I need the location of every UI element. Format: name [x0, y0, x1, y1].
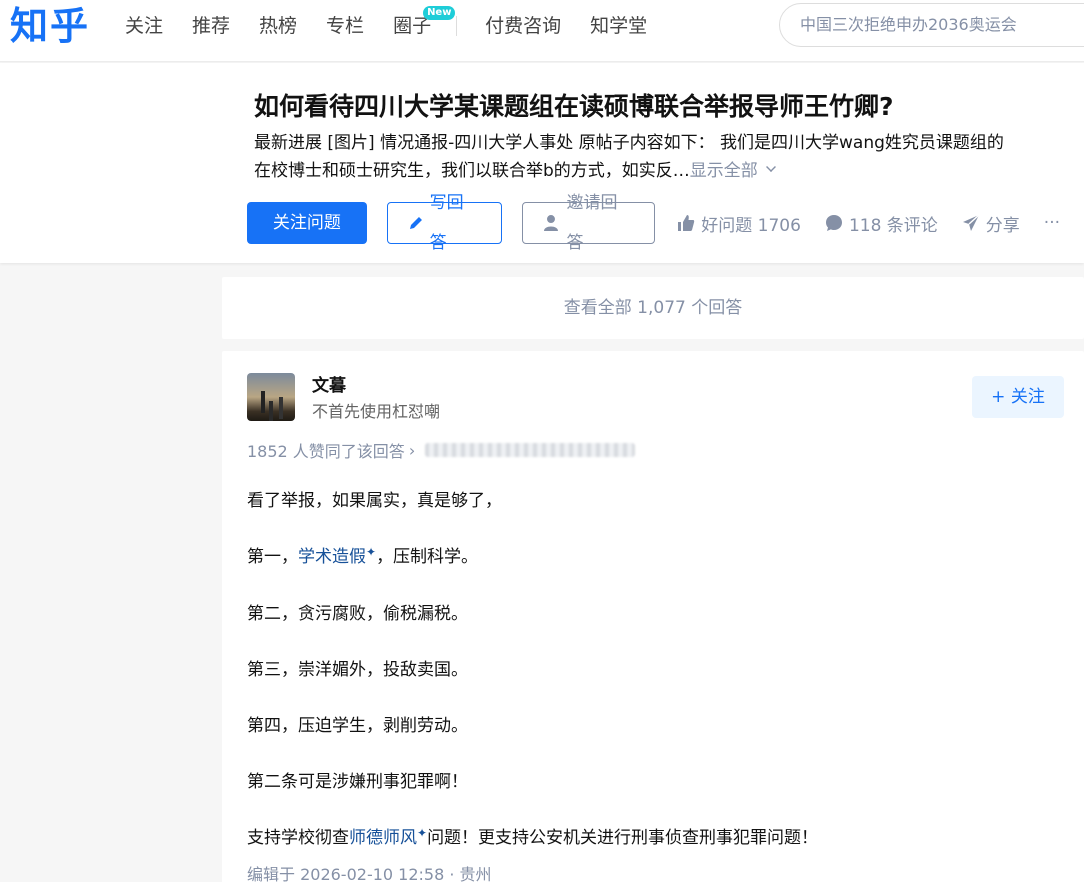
keyword-link[interactable]: 师德师风	[349, 828, 417, 848]
paragraph: 第二条可是涉嫌刑事犯罪啊！	[247, 772, 468, 792]
question-title: 如何看待四川大学某课题组在读硕博联合举报导师王竹卿?	[254, 92, 894, 121]
nav-item-hot[interactable]: 热榜	[259, 12, 297, 40]
show-all-label: 显示全部	[689, 161, 758, 181]
avatar[interactable]	[247, 373, 295, 421]
paragraph-text: 第一，	[247, 547, 298, 567]
invite-answer-button[interactable]: 邀请回答	[521, 193, 656, 253]
top-navigation-bar: 知乎 关注 推荐 热榜 专栏 圈子 New 付费咨询 知学堂 中国三次拒绝申办2…	[0, 0, 1084, 62]
invite-person-icon	[543, 215, 560, 231]
main-nav: 关注 推荐 热榜 专栏 圈子 New 付费咨询 知学堂	[125, 6, 676, 40]
paragraph: 看了举报，如果属实，真是够了，	[247, 491, 502, 511]
search-input[interactable]: 中国三次拒绝申办2036奥运会	[779, 3, 1084, 47]
follow-author-button[interactable]: + 关注	[972, 376, 1064, 418]
question-header: 如何看待四川大学某课题组在读硕博联合举报导师王竹卿? 最新进展 [图片] 情况通…	[0, 63, 1084, 263]
write-answer-button[interactable]: 写回答	[386, 193, 502, 253]
keyword-link[interactable]: 学术造假	[298, 547, 366, 567]
share-label: 分享	[985, 215, 1020, 236]
description-line-2: 在校博士和硕士研究生，我们以联合举b的方式，如实反…显示全部	[254, 157, 1084, 185]
follow-question-button[interactable]: 关注问题	[247, 202, 367, 244]
paper-plane-icon	[962, 214, 980, 231]
vote-summary[interactable]: 1852 人赞同了该回答 ›	[247, 438, 636, 462]
paragraph: 第三，崇洋媚外，投敌卖国。	[247, 660, 468, 680]
comment-bubble-icon	[825, 215, 842, 231]
paragraph-text: ，压制科学。	[376, 547, 479, 567]
vote-count-text: 1852 人赞同了该回答	[247, 442, 405, 461]
author-name[interactable]: 文暮	[312, 371, 346, 396]
paragraph: 支持学校彻查师德师风✦问题！更支持公安机关进行刑事侦查刑事犯罪问题！	[247, 824, 1067, 853]
comments-button[interactable]: 118 条评论	[825, 211, 938, 236]
answer-content: 看了举报，如果属实，真是够了， 第一，学术造假✦，压制科学。 第二，贪污腐败，偷…	[247, 487, 1067, 881]
nav-item-column[interactable]: 专栏	[326, 12, 364, 40]
good-question-label: 好问题 1706	[701, 215, 801, 236]
comments-label: 118 条评论	[848, 215, 938, 236]
question-actions: 关注问题 写回答 邀请回答 好问题 1706 118 条评论 分享 ···	[247, 193, 1084, 253]
nav-item-follow[interactable]: 关注	[125, 12, 163, 40]
share-button[interactable]: 分享	[962, 211, 1020, 236]
view-all-answers-button[interactable]: 查看全部 1,077 个回答	[222, 277, 1084, 339]
author-bio: 不首先使用杠怼嘲	[312, 402, 441, 421]
pencil-icon	[409, 217, 422, 229]
search-sparkle-icon: ✦	[417, 826, 428, 840]
description-line-2-text: 在校博士和硕士研究生，我们以联合举b的方式，如实反…	[254, 161, 690, 181]
answer-card: 文暮 不首先使用杠怼嘲 + 关注 1852 人赞同了该回答 › 看了举报，如果属…	[222, 351, 1084, 882]
paragraph: 第二，贪污腐败，偷税漏税。	[247, 604, 468, 624]
invite-answer-label: 邀请回答	[566, 193, 618, 253]
nav-divider	[456, 16, 458, 36]
paragraph: 第一，学术造假✦，压制科学。	[247, 543, 1067, 572]
zhihu-logo[interactable]: 知乎	[10, 2, 90, 50]
paragraph: 第四，压迫学生，剥削劳动。	[247, 716, 468, 736]
chevron-down-icon	[765, 162, 776, 172]
paragraph-text: 支持学校彻查	[247, 828, 349, 848]
chevron-right-icon: ›	[408, 440, 416, 460]
description-line-1: 最新进展 [图片] 情况通报-四川大学人事处 原帖子内容如下： 我们是四川大学w…	[254, 133, 1004, 153]
search-sparkle-icon: ✦	[366, 545, 377, 559]
nav-item-recommend[interactable]: 推荐	[192, 12, 230, 40]
question-description: 最新进展 [图片] 情况通报-四川大学人事处 原帖子内容如下： 我们是四川大学w…	[254, 129, 1084, 185]
new-badge: New	[423, 6, 456, 20]
nav-item-circle[interactable]: 圈子 New	[393, 6, 456, 40]
blurred-voter-names	[425, 443, 636, 457]
more-options-button[interactable]: ···	[1044, 213, 1060, 233]
nav-item-zhixuetang[interactable]: 知学堂	[590, 12, 647, 40]
nav-item-paid-consult[interactable]: 付费咨询	[485, 12, 561, 40]
thumbs-up-icon	[678, 215, 695, 231]
edit-timestamp: 编辑于 2026-02-10 12:58 · 贵州	[247, 865, 492, 882]
show-all-button[interactable]: 显示全部	[690, 161, 776, 181]
paragraph-text: 问题！更支持公安机关进行刑事侦查刑事犯罪问题！	[427, 828, 819, 848]
write-answer-label: 写回答	[429, 193, 464, 253]
good-question-button[interactable]: 好问题 1706	[677, 211, 801, 236]
